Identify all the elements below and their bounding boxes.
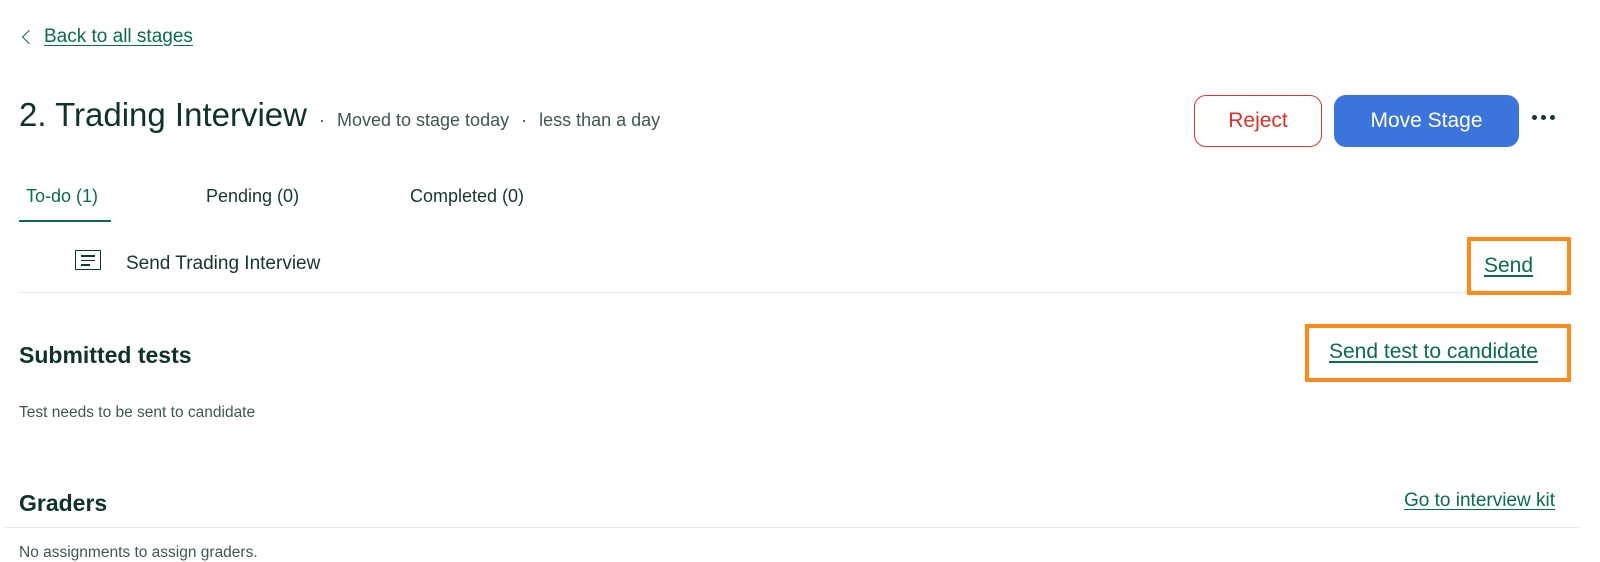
active-tab-indicator (19, 220, 111, 222)
moved-to-stage-text: Moved to stage today (336, 110, 510, 130)
chevron-left-icon (21, 29, 37, 45)
tab-to-do[interactable]: To-do (1) (26, 186, 98, 207)
section-divider (5, 527, 1580, 528)
todo-item-row: Send Trading Interview (19, 236, 1574, 293)
graders-helper-text: No assignments to assign graders. (19, 544, 258, 561)
document-icon (75, 250, 101, 270)
separator-dot: · (318, 110, 325, 130)
separator-dot: · (521, 110, 528, 130)
highlight-box-send-test (1305, 324, 1571, 382)
highlight-box-send (1467, 237, 1571, 295)
back-link-label: Back to all stages (44, 26, 193, 47)
todo-item-label: Send Trading Interview (126, 253, 321, 274)
submitted-tests-heading: Submitted tests (19, 342, 192, 368)
back-to-all-stages-link[interactable]: Back to all stages (20, 26, 193, 48)
more-options-icon[interactable] (1532, 115, 1555, 120)
move-stage-button[interactable]: Move Stage (1334, 95, 1519, 147)
tab-completed[interactable]: Completed (0) (410, 186, 524, 207)
go-to-interview-kit-link[interactable]: Go to interview kit (1404, 490, 1555, 512)
graders-heading: Graders (19, 490, 108, 516)
tab-pending[interactable]: Pending (0) (206, 186, 299, 207)
page-title: 2. Trading Interview (19, 96, 307, 133)
stage-header: 2. Trading Interview · Moved to stage to… (19, 96, 660, 134)
stage-duration-text: less than a day (539, 110, 661, 130)
reject-button[interactable]: Reject (1194, 95, 1322, 147)
submitted-tests-helper-text: Test needs to be sent to candidate (19, 404, 256, 421)
